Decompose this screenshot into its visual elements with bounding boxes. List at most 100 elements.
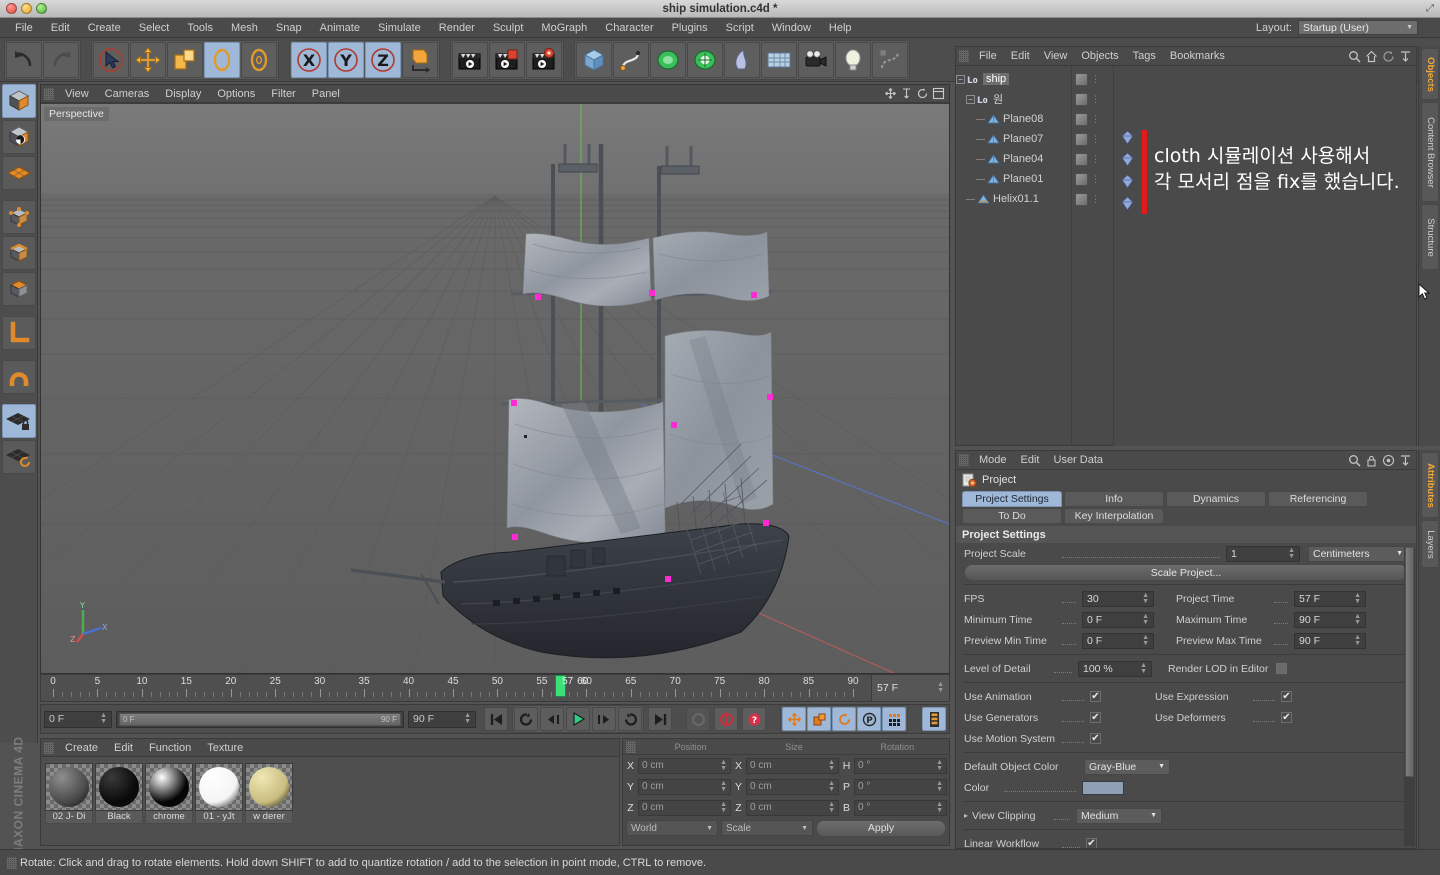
object-tree-row[interactable]: Plane08	[956, 109, 1071, 129]
end-frame-field[interactable]: 90 F ▲ ▼	[408, 710, 476, 728]
object-tree-row[interactable]: Plane04	[956, 149, 1071, 169]
menu-character[interactable]: Character	[596, 18, 662, 38]
object-tag-icon[interactable]	[1075, 152, 1088, 166]
workplane-lock-button[interactable]	[1, 404, 36, 438]
add-light-button[interactable]	[835, 41, 871, 78]
lock-x-button[interactable]: X	[291, 41, 327, 78]
object-tag-icon[interactable]	[1075, 172, 1088, 186]
next-key-button[interactable]	[618, 707, 642, 731]
menu-sculpt[interactable]: Sculpt	[484, 18, 533, 38]
menu-snap[interactable]: Snap	[267, 18, 311, 38]
vertical-tab-attributes[interactable]: Attributes	[1421, 452, 1439, 518]
viewport-move-icon[interactable]	[884, 87, 897, 100]
model-mode-button[interactable]	[1, 84, 36, 118]
lod-field[interactable]: 100 % ▲ ▼	[1078, 660, 1152, 677]
size-z-field[interactable]: 0 cm ▲ ▼	[746, 799, 839, 816]
spinner-icon[interactable]: ▲ ▼	[1142, 634, 1149, 647]
render-lod-checkbox[interactable]	[1276, 663, 1288, 674]
linear-workflow-checkbox[interactable]: ✔	[1086, 838, 1097, 848]
viewport-menu-panel[interactable]: Panel	[304, 85, 348, 103]
object-tree-row[interactable]: − L0 원	[956, 89, 1071, 109]
scale-button[interactable]	[167, 41, 203, 78]
spinner-icon[interactable]: ▲ ▼	[828, 759, 835, 772]
material-item[interactable]: w derer	[245, 763, 293, 839]
vertical-tab-objects[interactable]: Objects	[1421, 48, 1439, 100]
points-mode-button[interactable]	[1, 200, 36, 234]
polygons-mode-button[interactable]	[1, 272, 36, 306]
enable-snapping-button[interactable]	[1, 360, 36, 394]
project-time-field[interactable]: 57 F ▲ ▼	[1294, 590, 1366, 607]
menu-animate[interactable]: Animate	[311, 18, 369, 38]
undo-button[interactable]	[6, 41, 42, 78]
timeline-current-frame-field[interactable]: 57 F ▲ ▼	[871, 675, 949, 701]
viewport-canvas[interactable]: Perspective Y X Z	[41, 104, 949, 673]
spinner-icon[interactable]: ▲ ▼	[720, 780, 727, 793]
attribute-scrollbar[interactable]	[1404, 547, 1415, 846]
start-frame-field[interactable]: 0 F ▲ ▼	[44, 710, 112, 728]
object-tree-row[interactable]: Plane01	[956, 169, 1071, 189]
spinner-icon[interactable]: ▲ ▼	[828, 801, 835, 814]
object-visibility-dots[interactable]: ⋮	[1091, 174, 1101, 185]
object-menu-tags[interactable]: Tags	[1126, 47, 1163, 66]
size-mode-dropdown[interactable]: Scale ▼	[721, 820, 813, 836]
spinner-icon[interactable]: ▲ ▼	[828, 780, 835, 793]
timeline-filter-button[interactable]	[922, 707, 946, 731]
add-environment-button[interactable]	[724, 41, 760, 78]
rotation-b-field[interactable]: 0 ° ▲ ▼	[854, 799, 947, 816]
triangle-right-icon[interactable]: ▸	[964, 811, 968, 820]
attribute-tab-project-settings[interactable]: Project Settings	[962, 491, 1062, 507]
menu-mograph[interactable]: MoGraph	[532, 18, 596, 38]
spinner-icon[interactable]: ▲ ▼	[936, 759, 943, 772]
material-thumbnail[interactable]	[95, 763, 143, 811]
use-animation-checkbox[interactable]: ✔	[1090, 691, 1101, 702]
object-tag-row[interactable]: ⋮	[1072, 69, 1113, 89]
material-thumbnail[interactable]	[145, 763, 193, 811]
lock-y-button[interactable]: Y	[328, 41, 364, 78]
material-thumbnail[interactable]	[45, 763, 93, 811]
size-y-field[interactable]: 0 cm ▲ ▼	[746, 778, 839, 795]
render-region-button[interactable]	[489, 41, 525, 78]
menu-render[interactable]: Render	[430, 18, 484, 38]
add-cube-button[interactable]	[576, 41, 612, 78]
target-icon[interactable]	[1382, 454, 1395, 467]
object-tag-row[interactable]: ⋮	[1072, 149, 1113, 169]
material-item[interactable]: 02 J- Di	[45, 763, 93, 839]
parameter-key-button[interactable]: P	[857, 707, 881, 731]
spinner-icon[interactable]: ▲ ▼	[1288, 547, 1295, 560]
object-menu-file[interactable]: File	[972, 47, 1004, 66]
add-floor-button[interactable]	[761, 41, 797, 78]
panel-grip-icon[interactable]	[959, 454, 969, 466]
spinner-icon[interactable]: ▲ ▼	[1140, 662, 1147, 675]
viewport-menu-filter[interactable]: Filter	[263, 85, 303, 103]
material-menu-texture[interactable]: Texture	[199, 739, 251, 757]
object-tag-row[interactable]: ⋮	[1072, 109, 1113, 129]
spinner-icon[interactable]: ▲ ▼	[1354, 592, 1361, 605]
menu-help[interactable]: Help	[820, 18, 861, 38]
viewport-rotate-icon[interactable]	[916, 87, 929, 100]
viewport-menu-view[interactable]: View	[57, 85, 97, 103]
viewport-menu-options[interactable]: Options	[209, 85, 263, 103]
play-button[interactable]	[566, 707, 590, 731]
menu-select[interactable]: Select	[130, 18, 179, 38]
menu-script[interactable]: Script	[717, 18, 763, 38]
object-tag-icon[interactable]	[1075, 72, 1088, 86]
use-generators-checkbox[interactable]: ✔	[1090, 712, 1101, 723]
dynamic-place-button[interactable]	[241, 41, 277, 78]
use-motion-system-checkbox[interactable]: ✔	[1090, 733, 1101, 744]
tree-expander-icon[interactable]: −	[966, 94, 975, 104]
step-forward-button[interactable]	[592, 707, 616, 731]
spinner-icon[interactable]: ▲ ▼	[936, 780, 943, 793]
object-tags-column[interactable]: ⋮ ⋮ ⋮ ⋮ ⋮ ⋮ ⋮	[1071, 66, 1113, 446]
viewport-maximize-icon[interactable]	[932, 87, 945, 100]
rotation-p-field[interactable]: 0 ° ▲ ▼	[854, 778, 947, 795]
menu-simulate[interactable]: Simulate	[369, 18, 430, 38]
attribute-tab-to-do[interactable]: To Do	[962, 508, 1062, 524]
history-icon[interactable]	[1382, 50, 1395, 63]
attribute-scroll-thumb[interactable]	[1405, 547, 1414, 777]
timeline-scrollbar[interactable]: 0 F 90 F	[116, 710, 404, 728]
texture-mode-button[interactable]	[1, 120, 36, 154]
move-button[interactable]	[130, 41, 166, 78]
object-menu-bookmarks[interactable]: Bookmarks	[1163, 47, 1232, 66]
position-y-field[interactable]: 0 cm ▲ ▼	[638, 778, 731, 795]
object-tag-row[interactable]: ⋮	[1072, 129, 1113, 149]
